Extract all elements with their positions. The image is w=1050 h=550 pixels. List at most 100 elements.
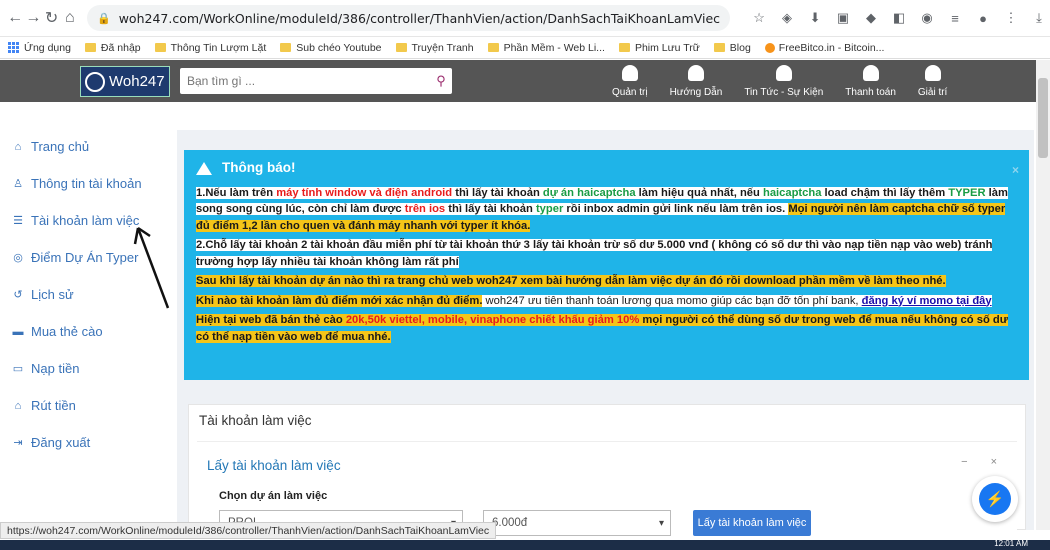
entertainment-icon: [924, 65, 941, 81]
money-icon: [862, 65, 879, 81]
bookmark-folder[interactable]: Truyện Tranh: [395, 42, 474, 54]
star-icon[interactable]: ☆: [748, 7, 770, 29]
sidebar-item-label: Lịch sử: [31, 287, 74, 302]
sidebar-item-label: Tài khoản làm việc: [31, 213, 140, 228]
card-icon: ▭: [12, 363, 24, 375]
site-logo[interactable]: Woh247: [80, 66, 170, 97]
menu-news[interactable]: Tin Tức - Sự Kiện: [744, 63, 823, 98]
folder-icon: [713, 43, 725, 52]
bookmark-apps[interactable]: Ứng dụng: [8, 42, 71, 54]
notice-paragraph-4: Khi nào tài khoản làm đủ điểm mới xác nh…: [196, 294, 992, 307]
notice-box: Thông báo! × 1.Nếu làm trên máy tính win…: [184, 150, 1029, 380]
bitcoin-icon: [764, 42, 775, 53]
price-select[interactable]: 6.000đ ▾: [483, 510, 671, 536]
sidebar-item-label: Nạp tiền: [31, 361, 80, 376]
logout-icon: ⇥: [13, 437, 23, 449]
sidebar: ⌂ Trang chủ ♙ Thông tin tài khoản ☰ Tài khoản…: [0, 102, 170, 530]
notice-paragraph-5: Hiện tại web đã bán thẻ cào 20k,50k viet…: [196, 314, 1008, 343]
search-input[interactable]: [180, 69, 430, 93]
back-icon[interactable]: ←: [6, 5, 24, 31]
history-icon: ↺: [13, 289, 23, 301]
sidebar-item[interactable]: ⌂ Trang chủ: [0, 128, 170, 165]
search-icon[interactable]: ⚲: [430, 73, 452, 89]
sidebar-item[interactable]: ▭ Nạp tiền: [0, 350, 170, 387]
chevron-down-icon: ▾: [658, 517, 664, 529]
reading-list-icon[interactable]: ≡: [944, 7, 966, 29]
profile-icon[interactable]: ●: [972, 7, 994, 29]
get-account-panel: Lấy tài khoản làm việc − × Chọn dự án là…: [197, 441, 1017, 536]
menu-admin[interactable]: Quản trị: [612, 63, 648, 98]
help-icon: [687, 65, 704, 81]
bookmark-folder[interactable]: Đã nhập: [84, 42, 141, 54]
target-icon: ◎: [13, 252, 23, 264]
shield-icon[interactable]: ◈: [776, 7, 798, 29]
extension-icons: ☆ ◈ ⬇ ▣ ◆ ◧ ◉ ≡ ● ⋮ ⤓: [748, 7, 1050, 29]
bookmark-folder[interactable]: Blog: [713, 42, 751, 54]
logo-house-icon: [85, 71, 105, 92]
warning-icon: [196, 161, 212, 175]
bookmark-folder[interactable]: Thông Tin Lượm Lặt: [154, 42, 266, 54]
menu-payment[interactable]: Thanh toán: [845, 63, 896, 98]
bookmark-folder[interactable]: Phần Mềm - Web Li...: [487, 42, 605, 54]
menu-icon[interactable]: ⋮: [1000, 7, 1022, 29]
list-icon: ☰: [13, 215, 23, 227]
menu-guide[interactable]: Hướng Dẫn: [670, 63, 722, 98]
sidebar-item-label: Mua thẻ cào: [31, 324, 103, 339]
extension-icon[interactable]: ◧: [888, 7, 910, 29]
address-bar[interactable]: 🔒 woh247.com/WorkOnline/moduleId/386/con…: [87, 5, 731, 31]
messenger-button[interactable]: ⚡: [972, 476, 1018, 522]
url-text: woh247.com/WorkOnline/moduleId/386/contr…: [118, 10, 721, 26]
sidebar-item-label: Đăng xuất: [31, 435, 91, 450]
momo-register-link[interactable]: đăng ký ví momo tại đây: [861, 294, 992, 307]
sidebar-item[interactable]: ⇥ Đăng xuất: [0, 424, 170, 461]
status-url: https://woh247.com/WorkOnline/moduleId/3…: [0, 522, 497, 539]
menu-entertainment[interactable]: Giải trí: [918, 63, 947, 98]
search-box: ⚲: [180, 68, 452, 94]
folder-icon: [395, 43, 407, 52]
folder-icon: [618, 43, 630, 52]
user-icon: ♙: [13, 178, 23, 190]
taskbar: 12:01 AM: [0, 539, 1050, 550]
reload-icon[interactable]: ↻: [43, 5, 61, 31]
working-account-panel: Tài khoản làm việc Lấy tài khoản làm việ…: [188, 404, 1026, 536]
sidebar-item[interactable]: ▬ Mua thẻ cào: [0, 313, 170, 350]
bookmark-folder[interactable]: Phim Lưu Trữ: [618, 42, 700, 54]
notice-paragraph-2: 2.Chỗ lấy tài khoản 2 tài khoản đầu miễn…: [196, 239, 993, 268]
home-icon[interactable]: ⌂: [61, 5, 79, 31]
download-ext-icon[interactable]: ⬇: [804, 7, 826, 29]
messenger-icon: ⚡: [979, 483, 1011, 515]
project-label: Chọn dự án làm việc: [219, 490, 328, 502]
user-icon: [621, 65, 638, 81]
sidebar-item-label: Trang chủ: [31, 139, 90, 154]
annotation-arrow: [133, 226, 170, 309]
forward-icon[interactable]: →: [24, 5, 42, 31]
sidebar-item-label: Điểm Dự Án Typer: [31, 250, 139, 265]
close-icon[interactable]: ×: [1012, 162, 1019, 179]
extension-icon[interactable]: ◆: [860, 7, 882, 29]
notice-paragraph-3: Sau khi lấy tài khoản dự án nào thì ra t…: [196, 275, 946, 287]
home-icon: ⌂: [14, 140, 22, 153]
bookmark-freebitco[interactable]: FreeBitco.in - Bitcoin...: [764, 42, 884, 54]
apps-icon: [8, 42, 19, 53]
download-icon[interactable]: ⤓: [1028, 7, 1050, 29]
panel-controls[interactable]: − ×: [961, 456, 1007, 468]
get-account-button[interactable]: Lấy tài khoản làm việc: [693, 510, 811, 536]
site-header: Woh247 ⚲ Quản trị Hướng Dẫn Tin Tức - Sự…: [0, 60, 1036, 102]
sidebar-item-label: Rút tiền: [31, 398, 76, 413]
folder-icon: [154, 43, 166, 52]
bookmark-folder[interactable]: Sub chéo Youtube: [280, 42, 382, 54]
sidebar-item[interactable]: ⌂ Rút tiền: [0, 387, 170, 424]
bank-icon: ⌂: [14, 399, 22, 412]
panel-title: Tài khoản làm việc: [199, 413, 312, 428]
bookmarks-bar: Ứng dụng Đã nhập Thông Tin Lượm Lặt Sub …: [0, 37, 1050, 59]
news-icon: [775, 65, 792, 81]
notice-title: Thông báo!: [196, 160, 1017, 177]
extension-icon[interactable]: ▣: [832, 7, 854, 29]
top-menu: Quản trị Hướng Dẫn Tin Tức - Sự Kiện Tha…: [612, 63, 969, 98]
folder-icon: [84, 43, 96, 52]
sidebar-item-label: Thông tin tài khoản: [31, 176, 142, 191]
sidebar-item[interactable]: ♙ Thông tin tài khoản: [0, 165, 170, 202]
folder-icon: [280, 43, 292, 52]
scrollbar-thumb[interactable]: [1038, 78, 1048, 158]
extension-icon[interactable]: ◉: [916, 7, 938, 29]
